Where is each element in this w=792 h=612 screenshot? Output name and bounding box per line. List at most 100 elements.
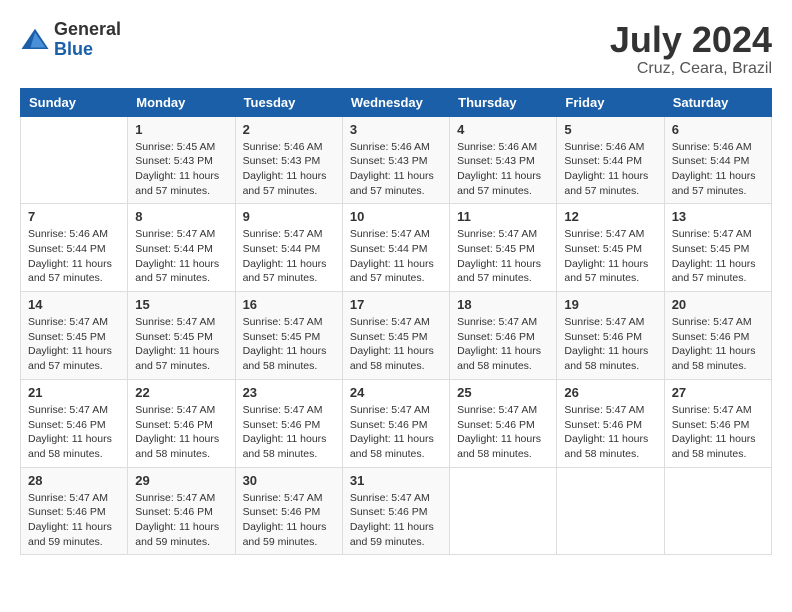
day-cell-21: 21 Sunrise: 5:47 AM Sunset: 5:46 PM Dayli…: [21, 379, 128, 467]
day-number: 27: [672, 385, 764, 400]
day-number: 5: [564, 122, 656, 137]
week-row-5: 28Sunrise: 5:47 AM Sunset: 5:46 PM Dayli…: [21, 467, 772, 555]
day-cell-24: 24 Sunrise: 5:47 AM Sunset: 5:46 PM Dayli…: [342, 379, 449, 467]
day-info: Sunrise: 5:47 AM Sunset: 5:46 PM Dayligh…: [243, 403, 335, 462]
day-number: 24: [350, 385, 442, 400]
day-info: Sunrise: 5:47 AM Sunset: 5:45 PM Dayligh…: [135, 315, 227, 374]
day-number: 25: [457, 385, 549, 400]
day-info: Sunrise: 5:47 AM Sunset: 5:45 PM Dayligh…: [672, 227, 764, 286]
day-info: Sunrise: 5:47 AM Sunset: 5:46 PM Dayligh…: [28, 403, 120, 462]
day-number: 7: [28, 209, 120, 224]
day-number: 18: [457, 297, 549, 312]
day-cell-23: 23 Sunrise: 5:47 AM Sunset: 5:46 PM Dayli…: [235, 379, 342, 467]
empty-cell: [450, 467, 557, 555]
day-info: Sunrise: 5:46 AM Sunset: 5:43 PM Dayligh…: [243, 140, 335, 199]
day-info: Sunrise: 5:47 AM Sunset: 5:46 PM Dayligh…: [135, 491, 227, 550]
day-info: Sunrise: 5:47 AM Sunset: 5:46 PM Dayligh…: [350, 491, 442, 550]
day-number: 13: [672, 209, 764, 224]
day-cell-27: 27 Sunrise: 5:47 AM Sunset: 5:46 PM Dayli…: [664, 379, 771, 467]
day-cell-12: 12 Sunrise: 5:47 AM Sunset: 5:45 PM Dayli…: [557, 204, 664, 292]
day-cell-3: 3 Sunrise: 5:46 AM Sunset: 5:43 PM Daylig…: [342, 116, 449, 204]
day-cell-8: 8Sunrise: 5:47 AM Sunset: 5:44 PM Daylig…: [128, 204, 235, 292]
day-info: Sunrise: 5:47 AM Sunset: 5:46 PM Dayligh…: [564, 403, 656, 462]
weekday-header-thursday: Thursday: [450, 88, 557, 116]
day-number: 1: [135, 122, 227, 137]
logo-text: General Blue: [54, 20, 121, 60]
week-row-3: 14 Sunrise: 5:47 AM Sunset: 5:45 PM Dayli…: [21, 292, 772, 380]
day-number: 29: [135, 473, 227, 488]
day-info: Sunrise: 5:47 AM Sunset: 5:44 PM Dayligh…: [135, 227, 227, 286]
day-cell-30: 30 Sunrise: 5:47 AM Sunset: 5:46 PM Dayli…: [235, 467, 342, 555]
day-cell-11: 11 Sunrise: 5:47 AM Sunset: 5:45 PM Dayli…: [450, 204, 557, 292]
weekday-header-friday: Friday: [557, 88, 664, 116]
day-cell-20: 20 Sunrise: 5:47 AM Sunset: 5:46 PM Dayli…: [664, 292, 771, 380]
empty-cell: [557, 467, 664, 555]
day-number: 26: [564, 385, 656, 400]
weekday-header-saturday: Saturday: [664, 88, 771, 116]
day-number: 17: [350, 297, 442, 312]
day-info: Sunrise: 5:47 AM Sunset: 5:46 PM Dayligh…: [564, 315, 656, 374]
day-cell-2: 2Sunrise: 5:46 AM Sunset: 5:43 PM Daylig…: [235, 116, 342, 204]
calendar-table: SundayMondayTuesdayWednesdayThursdayFrid…: [20, 88, 772, 556]
day-info: Sunrise: 5:47 AM Sunset: 5:46 PM Dayligh…: [672, 403, 764, 462]
day-cell-13: 13 Sunrise: 5:47 AM Sunset: 5:45 PM Dayli…: [664, 204, 771, 292]
day-info: Sunrise: 5:46 AM Sunset: 5:44 PM Dayligh…: [564, 140, 656, 199]
day-cell-17: 17Sunrise: 5:47 AM Sunset: 5:45 PM Dayli…: [342, 292, 449, 380]
day-info: Sunrise: 5:47 AM Sunset: 5:45 PM Dayligh…: [28, 315, 120, 374]
day-cell-16: 16Sunrise: 5:47 AM Sunset: 5:45 PM Dayli…: [235, 292, 342, 380]
weekday-header-sunday: Sunday: [21, 88, 128, 116]
day-cell-9: 9 Sunrise: 5:47 AM Sunset: 5:44 PM Daylig…: [235, 204, 342, 292]
day-info: Sunrise: 5:47 AM Sunset: 5:44 PM Dayligh…: [243, 227, 335, 286]
day-number: 11: [457, 209, 549, 224]
day-cell-4: 4 Sunrise: 5:46 AM Sunset: 5:43 PM Daylig…: [450, 116, 557, 204]
day-info: Sunrise: 5:46 AM Sunset: 5:44 PM Dayligh…: [672, 140, 764, 199]
day-number: 12: [564, 209, 656, 224]
day-cell-7: 7 Sunrise: 5:46 AM Sunset: 5:44 PM Daylig…: [21, 204, 128, 292]
month-title: July 2024: [610, 20, 772, 60]
day-cell-10: 10 Sunrise: 5:47 AM Sunset: 5:44 PM Dayli…: [342, 204, 449, 292]
day-number: 30: [243, 473, 335, 488]
day-info: Sunrise: 5:47 AM Sunset: 5:45 PM Dayligh…: [243, 315, 335, 374]
weekday-header-wednesday: Wednesday: [342, 88, 449, 116]
day-info: Sunrise: 5:46 AM Sunset: 5:43 PM Dayligh…: [350, 140, 442, 199]
day-cell-1: 1 Sunrise: 5:45 AM Sunset: 5:43 PM Daylig…: [128, 116, 235, 204]
day-info: Sunrise: 5:47 AM Sunset: 5:46 PM Dayligh…: [243, 491, 335, 550]
day-cell-25: 25Sunrise: 5:47 AM Sunset: 5:46 PM Dayli…: [450, 379, 557, 467]
day-cell-6: 6Sunrise: 5:46 AM Sunset: 5:44 PM Daylig…: [664, 116, 771, 204]
empty-cell: [664, 467, 771, 555]
weekday-header-tuesday: Tuesday: [235, 88, 342, 116]
day-info: Sunrise: 5:47 AM Sunset: 5:46 PM Dayligh…: [28, 491, 120, 550]
day-info: Sunrise: 5:45 AM Sunset: 5:43 PM Dayligh…: [135, 140, 227, 199]
day-cell-18: 18 Sunrise: 5:47 AM Sunset: 5:46 PM Dayli…: [450, 292, 557, 380]
day-number: 10: [350, 209, 442, 224]
day-info: Sunrise: 5:46 AM Sunset: 5:43 PM Dayligh…: [457, 140, 549, 199]
day-number: 31: [350, 473, 442, 488]
location-title: Cruz, Ceara, Brazil: [610, 60, 772, 78]
day-info: Sunrise: 5:46 AM Sunset: 5:44 PM Dayligh…: [28, 227, 120, 286]
day-number: 9: [243, 209, 335, 224]
header: General Blue July 2024 Cruz, Ceara, Braz…: [20, 20, 772, 78]
day-info: Sunrise: 5:47 AM Sunset: 5:45 PM Dayligh…: [457, 227, 549, 286]
weekday-header-monday: Monday: [128, 88, 235, 116]
logo-icon: [20, 25, 50, 55]
day-cell-26: 26 Sunrise: 5:47 AM Sunset: 5:46 PM Dayli…: [557, 379, 664, 467]
week-row-1: 1 Sunrise: 5:45 AM Sunset: 5:43 PM Daylig…: [21, 116, 772, 204]
day-number: 4: [457, 122, 549, 137]
day-info: Sunrise: 5:47 AM Sunset: 5:46 PM Dayligh…: [135, 403, 227, 462]
day-cell-14: 14 Sunrise: 5:47 AM Sunset: 5:45 PM Dayli…: [21, 292, 128, 380]
day-number: 22: [135, 385, 227, 400]
day-number: 21: [28, 385, 120, 400]
day-info: Sunrise: 5:47 AM Sunset: 5:46 PM Dayligh…: [350, 403, 442, 462]
day-cell-19: 19Sunrise: 5:47 AM Sunset: 5:46 PM Dayli…: [557, 292, 664, 380]
day-cell-15: 15Sunrise: 5:47 AM Sunset: 5:45 PM Dayli…: [128, 292, 235, 380]
day-info: Sunrise: 5:47 AM Sunset: 5:46 PM Dayligh…: [457, 315, 549, 374]
day-info: Sunrise: 5:47 AM Sunset: 5:45 PM Dayligh…: [564, 227, 656, 286]
day-number: 3: [350, 122, 442, 137]
day-info: Sunrise: 5:47 AM Sunset: 5:44 PM Dayligh…: [350, 227, 442, 286]
day-number: 20: [672, 297, 764, 312]
day-cell-28: 28Sunrise: 5:47 AM Sunset: 5:46 PM Dayli…: [21, 467, 128, 555]
day-number: 14: [28, 297, 120, 312]
day-number: 23: [243, 385, 335, 400]
day-info: Sunrise: 5:47 AM Sunset: 5:46 PM Dayligh…: [672, 315, 764, 374]
week-row-2: 7 Sunrise: 5:46 AM Sunset: 5:44 PM Daylig…: [21, 204, 772, 292]
